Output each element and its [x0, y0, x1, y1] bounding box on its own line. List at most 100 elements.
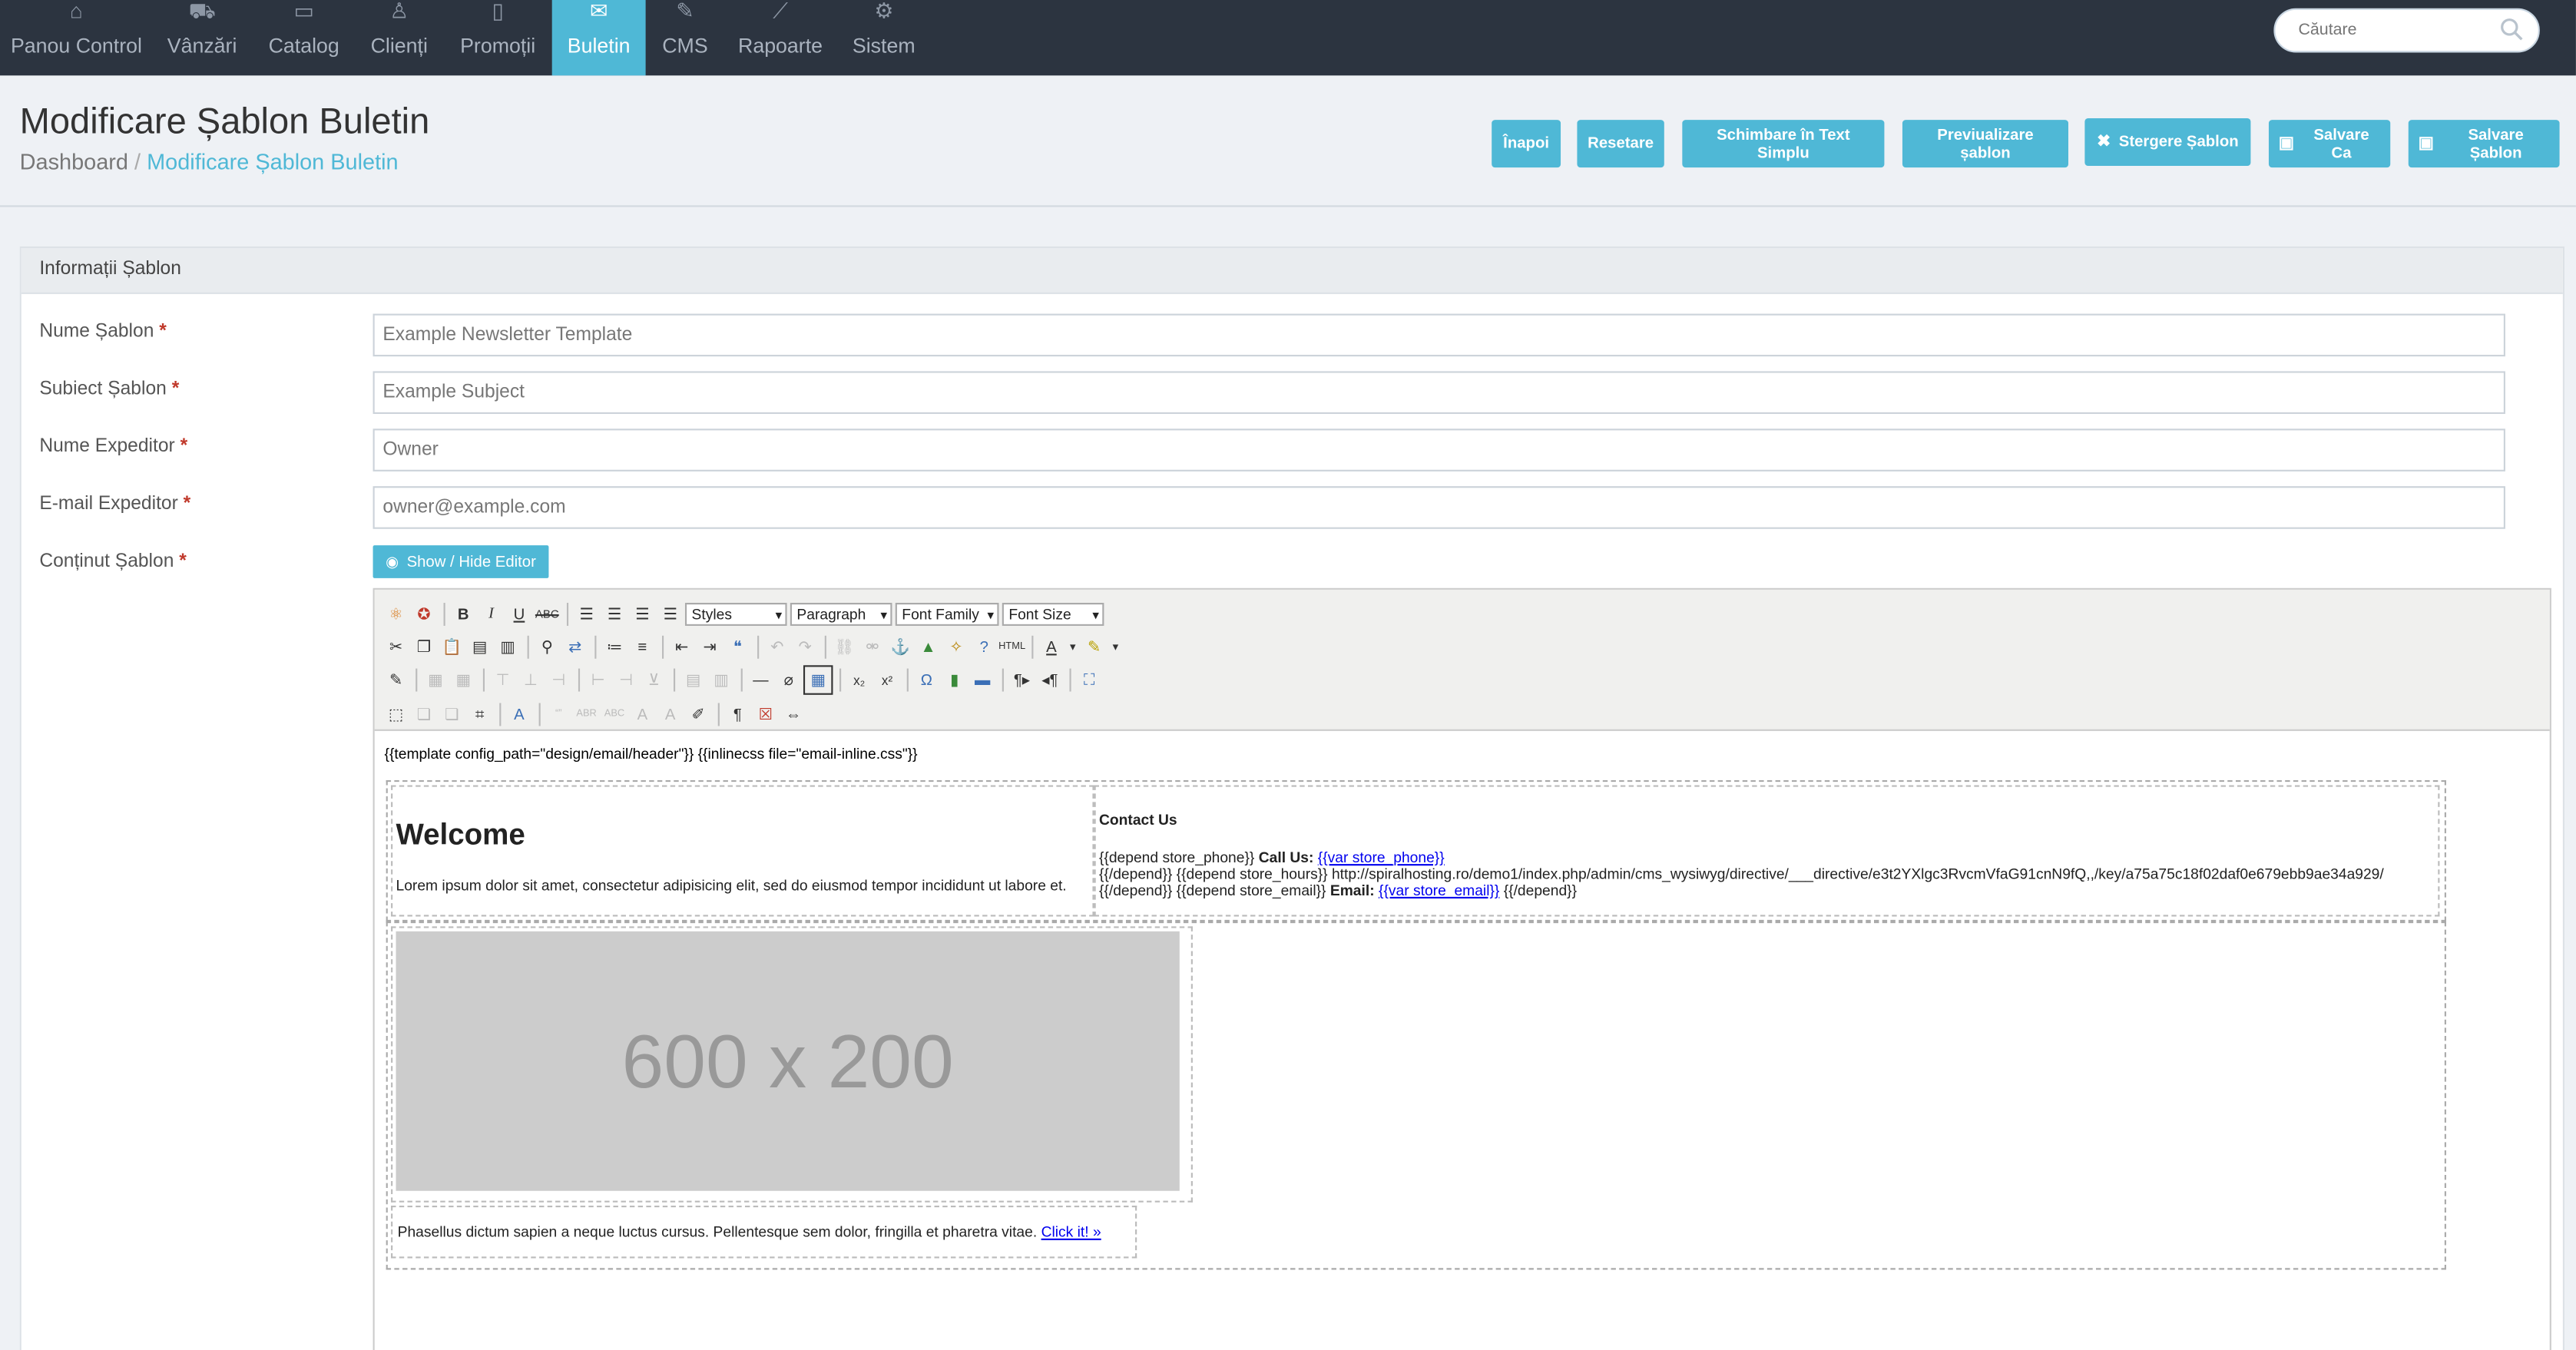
font-family-select[interactable]: Font Family: [895, 603, 999, 626]
del-icon[interactable]: A: [629, 701, 655, 727]
outdent-icon[interactable]: ⇤: [669, 634, 695, 660]
align-justify-icon[interactable]: ☰: [657, 601, 684, 627]
nav-item-dashboard[interactable]: ⌂ Panou Control: [0, 0, 153, 75]
nav-item-cms[interactable]: ✎ CMS: [654, 0, 716, 75]
bullet-list-icon[interactable]: ≔: [601, 634, 627, 660]
rtl-icon[interactable]: ◂¶: [1037, 667, 1063, 693]
back-button[interactable]: Înapoi: [1492, 120, 1561, 168]
search-input[interactable]: [2295, 19, 2499, 41]
italic-icon[interactable]: I: [478, 601, 504, 627]
bold-icon[interactable]: B: [450, 601, 476, 627]
redo-icon[interactable]: ↷: [792, 634, 818, 660]
move-backward-icon[interactable]: ❏: [439, 701, 465, 727]
nonbreaking-icon[interactable]: ▬: [969, 667, 995, 693]
visual-chars-icon[interactable]: ☒: [753, 701, 779, 727]
align-right-icon[interactable]: ☰: [629, 601, 655, 627]
numbered-list-icon[interactable]: ≡: [629, 634, 655, 660]
save-as-button[interactable]: ▣ Salvare Ca: [2268, 120, 2391, 168]
image-icon[interactable]: ▲: [915, 634, 941, 660]
nav-item-sales[interactable]: ⛟ Vânzări: [156, 0, 248, 75]
delete-template-button[interactable]: ✖ Stergere Șablon: [2084, 118, 2251, 167]
ins-icon[interactable]: A: [657, 701, 684, 727]
ltr-icon[interactable]: ¶▸: [1008, 667, 1035, 693]
nav-item-promotions[interactable]: ▯ Promoții: [453, 0, 542, 75]
sender-email-input[interactable]: owner@example.com: [372, 486, 2505, 529]
chevron-down-icon[interactable]: ▾: [1109, 634, 1122, 660]
cleanup-icon[interactable]: ✧: [943, 634, 969, 660]
unlink-icon[interactable]: ⚮: [859, 634, 886, 660]
page-break-icon[interactable]: ⇔: [780, 701, 806, 727]
show-hide-editor-button[interactable]: ◉ Show / Hide Editor: [372, 545, 549, 578]
search-icon[interactable]: [2498, 16, 2525, 42]
attributes-icon[interactable]: ✐: [685, 701, 711, 727]
breadcrumb-root[interactable]: Dashboard: [20, 150, 128, 174]
variable-icon[interactable]: ✪: [411, 601, 437, 627]
underline-icon[interactable]: U: [506, 601, 532, 627]
styles-select[interactable]: Styles: [684, 603, 787, 626]
paragraph-select[interactable]: Paragraph: [790, 603, 892, 626]
anchor-icon[interactable]: ⚓: [887, 634, 913, 660]
blockquote-icon[interactable]: ❝: [724, 634, 750, 660]
click-it-link[interactable]: Click it! »: [1041, 1224, 1101, 1240]
indent-icon[interactable]: ⇥: [697, 634, 723, 660]
nav-item-catalog[interactable]: ▭ Catalog: [260, 0, 349, 75]
horizontal-rule-icon[interactable]: —: [747, 667, 773, 693]
insert-row-before-icon[interactable]: ⊤: [489, 667, 515, 693]
highlight-color-icon[interactable]: ✎: [1081, 634, 1107, 660]
nav-item-newsletter[interactable]: ✉ Buletin: [551, 0, 646, 76]
text-color-icon[interactable]: A: [1038, 634, 1065, 660]
help-icon[interactable]: ?: [971, 634, 997, 660]
placeholder-image[interactable]: 600 x 200: [396, 931, 1180, 1191]
cut-icon[interactable]: ✂: [382, 634, 409, 660]
widget-icon[interactable]: ⚛: [382, 601, 409, 627]
cite-icon[interactable]: “”: [545, 701, 571, 727]
breadcrumb-current[interactable]: Modificare Șablon Buletin: [147, 150, 398, 174]
insert-col-before-icon[interactable]: ⊢: [584, 667, 611, 693]
special-char-icon[interactable]: Ω: [913, 667, 939, 693]
find-icon[interactable]: ⚲: [534, 634, 560, 660]
delete-col-icon[interactable]: ⊻: [641, 667, 667, 693]
template-name-input[interactable]: Example Newsletter Template: [372, 313, 2505, 357]
chevron-down-icon[interactable]: ▾: [1066, 634, 1079, 660]
paste-word-icon[interactable]: ▥: [495, 634, 521, 660]
convert-plain-text-button[interactable]: Schimbare în Text Simplu: [1682, 120, 1885, 168]
undo-icon[interactable]: ↶: [764, 634, 790, 660]
delete-row-icon[interactable]: ⊣: [545, 667, 571, 693]
strikethrough-icon[interactable]: ABC: [534, 601, 560, 627]
html-icon[interactable]: HTML: [998, 634, 1025, 660]
link-icon[interactable]: ⛓: [831, 634, 857, 660]
save-template-button[interactable]: ▣ Salvare Șablon: [2408, 120, 2560, 168]
superscript-icon[interactable]: x²: [874, 667, 900, 693]
row-props-icon[interactable]: ▦: [422, 667, 449, 693]
replace-icon[interactable]: ⇄: [562, 634, 588, 660]
cell-props-icon[interactable]: ▦: [450, 667, 476, 693]
align-left-icon[interactable]: ☰: [574, 601, 600, 627]
preview-button[interactable]: Previualizare șablon: [1902, 120, 2069, 168]
insert-layer-icon[interactable]: ⬚: [382, 701, 409, 727]
sender-name-input[interactable]: Owner: [372, 428, 2505, 472]
paste-text-icon[interactable]: ▤: [466, 634, 492, 660]
nav-item-system[interactable]: ⚙ Sistem: [844, 0, 923, 75]
absolute-icon[interactable]: ⌗: [466, 701, 492, 727]
insert-col-after-icon[interactable]: ⊣: [613, 667, 639, 693]
align-center-icon[interactable]: ☰: [601, 601, 627, 627]
split-cells-icon[interactable]: ▤: [680, 667, 707, 693]
fullscreen-icon[interactable]: ⛶: [1076, 667, 1102, 693]
style-props-icon[interactable]: A: [506, 701, 532, 727]
store-phone-link[interactable]: {{var store_phone}}: [1318, 849, 1445, 865]
store-email-link[interactable]: {{var store_email}}: [1379, 882, 1499, 898]
show-blocks-icon[interactable]: ¶: [724, 701, 750, 727]
merge-cells-icon[interactable]: ▥: [708, 667, 734, 693]
reset-button[interactable]: Resetare: [1577, 120, 1664, 168]
nav-item-reports[interactable]: ⟋ Rapoarte: [734, 0, 826, 75]
acronym-icon[interactable]: ABC: [601, 701, 627, 727]
insert-row-after-icon[interactable]: ⊥: [518, 667, 544, 693]
copy-icon[interactable]: ❐: [411, 634, 437, 660]
remove-format-icon[interactable]: ⌀: [776, 667, 802, 693]
abbr-icon[interactable]: ABR: [574, 701, 600, 727]
paste-icon[interactable]: 📋: [439, 634, 465, 660]
nav-item-customers[interactable]: ♙ Clienți: [358, 0, 440, 75]
move-forward-icon[interactable]: ❏: [411, 701, 437, 727]
edit-table-icon[interactable]: ✎: [382, 667, 409, 693]
table-icon[interactable]: ▦: [803, 665, 833, 695]
